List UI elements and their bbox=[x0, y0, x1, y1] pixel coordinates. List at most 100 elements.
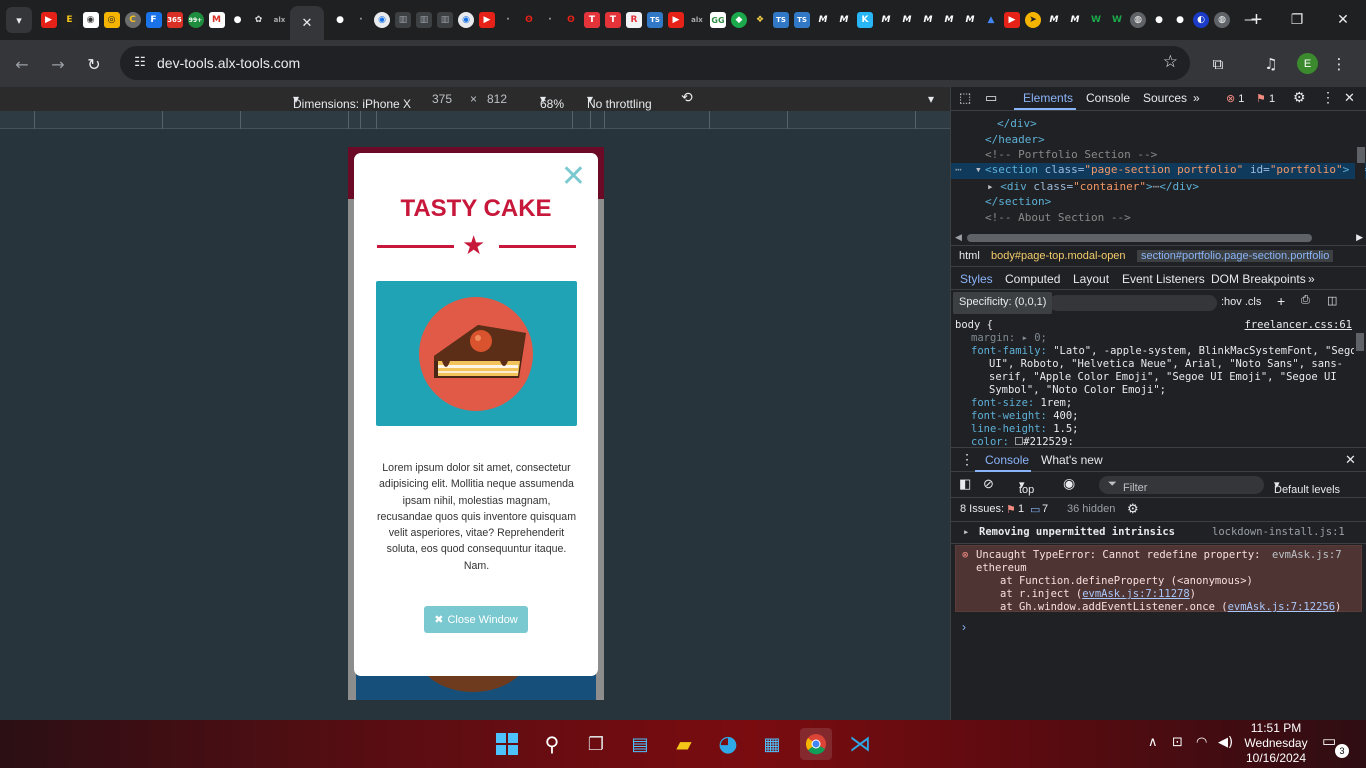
drawer-menu-icon[interactable]: ⋮ bbox=[960, 451, 974, 468]
youtube-tab-icon[interactable]: ▶ bbox=[1004, 12, 1020, 28]
drawer-tab-whats-new[interactable]: What's new bbox=[1041, 453, 1103, 467]
close-window-button[interactable]: ✖ Close Window bbox=[424, 606, 528, 633]
tab-styles[interactable]: Styles bbox=[960, 272, 993, 286]
show-hidden-icons[interactable]: ∧ bbox=[1148, 735, 1158, 750]
css-source-link[interactable]: freelancer.css:61 bbox=[1245, 319, 1352, 331]
css-declaration[interactable]: color: #212529; bbox=[971, 436, 1074, 445]
tab-icon[interactable]: ʘ bbox=[563, 12, 579, 28]
device-toolbar-icon[interactable]: ▭ bbox=[985, 90, 997, 106]
typescript-tab-icon[interactable]: TS bbox=[794, 12, 810, 28]
task-view-icon[interactable]: ❐ bbox=[580, 728, 612, 760]
rotate-icon[interactable]: ⟲ bbox=[681, 89, 693, 106]
tab-icon[interactable]: ◉ bbox=[82, 12, 99, 28]
medium-tab-icon[interactable]: M bbox=[836, 12, 852, 28]
github-tab-icon[interactable]: ● bbox=[1172, 12, 1188, 28]
bookmark-star-icon[interactable]: ☆ bbox=[1163, 52, 1178, 72]
log-levels-select[interactable]: Default levels ▾ bbox=[1274, 478, 1340, 496]
github-tab-icon[interactable]: ● bbox=[229, 12, 246, 28]
css-declaration[interactable]: font-size: 1rem; bbox=[971, 397, 1072, 409]
dom-node[interactable]: </div> bbox=[997, 117, 1037, 130]
console-error-entry[interactable]: ⊗ Uncaught TypeError: Cannot redefine pr… bbox=[955, 545, 1362, 613]
styles-filter-input[interactable] bbox=[1049, 295, 1217, 311]
throttling-select[interactable]: No throttling ▾ bbox=[587, 92, 652, 111]
settings-gear-icon[interactable]: ⚙ bbox=[1293, 89, 1306, 106]
python-tab-icon[interactable]: ❖ bbox=[752, 12, 768, 28]
tab-icon[interactable]: 365 bbox=[166, 12, 183, 28]
elements-scrollbar[interactable] bbox=[1355, 111, 1365, 227]
node-actions-icon[interactable]: ⋯ bbox=[955, 163, 962, 176]
dom-node[interactable]: </header> bbox=[985, 133, 1045, 146]
medium-tab-icon[interactable]: M bbox=[1067, 12, 1083, 28]
expand-triangle-icon[interactable]: ▾ bbox=[975, 163, 982, 176]
devtools-menu-icon[interactable]: ⋮ bbox=[1321, 89, 1335, 106]
chrome-taskbar-icon[interactable] bbox=[800, 728, 832, 760]
console-prompt[interactable]: › bbox=[962, 620, 966, 634]
tab-icon[interactable]: R bbox=[626, 12, 642, 28]
forward-button[interactable]: → bbox=[46, 52, 70, 76]
geeksforgeeks-tab-icon[interactable]: GG bbox=[710, 12, 726, 28]
tab-computed[interactable]: Computed bbox=[1005, 272, 1060, 286]
tab-elements[interactable]: Elements bbox=[1023, 91, 1073, 105]
medium-tab-icon[interactable]: M bbox=[899, 12, 915, 28]
youtube-tab-icon[interactable]: ▶ bbox=[40, 12, 57, 28]
github-tab-icon[interactable]: ● bbox=[1151, 12, 1167, 28]
widgets-icon[interactable]: ▤ bbox=[624, 728, 656, 760]
css-declaration[interactable]: line-height: 1.5; bbox=[971, 423, 1078, 435]
scroll-thumb[interactable] bbox=[1356, 333, 1364, 351]
tab-icon[interactable]: T bbox=[584, 12, 600, 28]
css-selector[interactable]: body { bbox=[955, 319, 993, 331]
clock[interactable]: 11:51 PM Wednesday 10/16/2024 bbox=[1240, 721, 1312, 766]
url-text[interactable]: dev-tools.alx-tools.com bbox=[157, 55, 300, 71]
css-declaration[interactable]: font-weight: 400; bbox=[971, 410, 1078, 422]
tab-icon[interactable]: · bbox=[500, 12, 516, 28]
start-button[interactable] bbox=[491, 728, 523, 760]
network-device-icon[interactable]: ⊡ bbox=[1172, 735, 1183, 750]
tab-icon[interactable]: ▥ bbox=[437, 12, 453, 28]
medium-tab-icon[interactable]: M bbox=[1046, 12, 1062, 28]
width-input[interactable]: 375 bbox=[432, 92, 452, 106]
scroll-left-icon[interactable]: ◀ bbox=[955, 232, 962, 243]
minimize-button[interactable]: — bbox=[1228, 0, 1274, 40]
tab-dom-breakpoints[interactable]: DOM Breakpoints bbox=[1211, 272, 1306, 286]
tab-icon[interactable]: ◐ bbox=[1193, 12, 1209, 28]
tab-icon[interactable]: F bbox=[145, 12, 162, 28]
back-button[interactable]: ← bbox=[10, 52, 34, 76]
youtube-tab-icon[interactable]: ▶ bbox=[479, 12, 495, 28]
styles-scrollbar[interactable] bbox=[1354, 293, 1364, 445]
horizontal-scrollbar[interactable]: ◀ ▶ bbox=[951, 231, 1366, 245]
breadcrumb-body[interactable]: body#page-top.modal-open bbox=[991, 250, 1126, 262]
new-rule-icon[interactable]: + bbox=[1277, 293, 1285, 309]
scroll-right-icon[interactable]: ▶ bbox=[1356, 232, 1363, 243]
warning-badge[interactable]: ⚑ 1 bbox=[1256, 92, 1275, 105]
tab-icon[interactable]: E bbox=[61, 12, 78, 28]
medium-tab-icon[interactable]: M bbox=[941, 12, 957, 28]
height-input[interactable]: 812 bbox=[487, 92, 507, 106]
breadcrumb-section[interactable]: section#portfolio.page-section.portfolio bbox=[1137, 250, 1334, 262]
tab-icon[interactable]: · bbox=[353, 12, 369, 28]
dom-node[interactable]: ▸ <div class="container">⋯</div> bbox=[987, 180, 1199, 193]
volume-icon[interactable]: ◀) bbox=[1218, 735, 1233, 750]
tab-icon[interactable]: ◆ bbox=[731, 12, 747, 28]
device-select[interactable]: Dimensions: iPhone X ▾ bbox=[293, 92, 411, 111]
close-tab-icon[interactable]: ✕ bbox=[302, 15, 313, 31]
active-tab[interactable]: ✕ bbox=[290, 6, 324, 40]
more-subtabs-icon[interactable]: » bbox=[1308, 272, 1315, 286]
site-info-icon[interactable]: ☷ bbox=[130, 54, 150, 72]
css-declaration[interactable]: font-family: "Lato", -apple-system, Blin… bbox=[971, 345, 1356, 357]
tab-event-listeners[interactable]: Event Listeners bbox=[1122, 272, 1205, 286]
scroll-thumb[interactable] bbox=[1357, 147, 1365, 163]
tab-icon[interactable]: ▥ bbox=[416, 12, 432, 28]
drawer-tab-console[interactable]: Console bbox=[985, 453, 1029, 467]
dom-node[interactable]: </section> bbox=[985, 195, 1051, 208]
tab-icon[interactable]: ➤ bbox=[1025, 12, 1041, 28]
expand-triangle-icon[interactable]: ▸ bbox=[963, 526, 969, 538]
medium-tab-icon[interactable]: M bbox=[962, 12, 978, 28]
breadcrumb-html[interactable]: html bbox=[959, 250, 980, 262]
extensions-icon[interactable]: ⧉ bbox=[1206, 52, 1230, 76]
console-filter-input[interactable]: ⏷ Filter bbox=[1099, 476, 1264, 494]
tab-icon[interactable]: K bbox=[857, 12, 873, 28]
alx-tab-icon[interactable]: alx bbox=[271, 12, 288, 28]
paint-icon[interactable]: ⎙ bbox=[1301, 294, 1310, 307]
restore-button[interactable]: ❐ bbox=[1274, 0, 1320, 40]
medium-tab-icon[interactable]: M bbox=[815, 12, 831, 28]
